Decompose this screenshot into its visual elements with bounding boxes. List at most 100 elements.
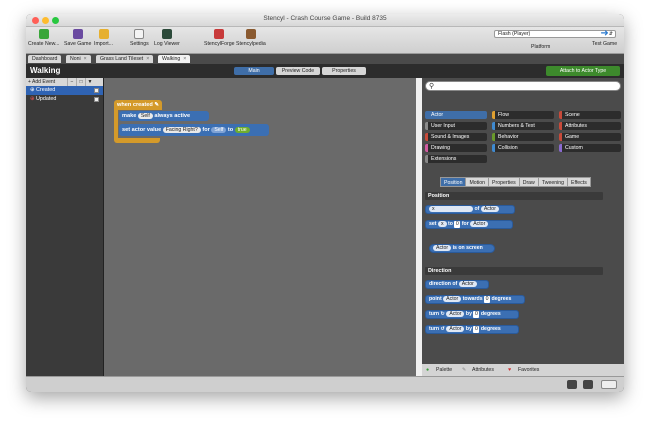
create-new-button[interactable]: Create New... <box>28 29 59 47</box>
duplicate-event-icon[interactable]: □ <box>76 78 85 86</box>
category-numbers-text[interactable]: Numbers & Text <box>492 122 554 130</box>
design-canvas[interactable]: when created ✎ make Self always active s… <box>104 78 482 376</box>
category-scene[interactable]: Scene <box>559 111 621 119</box>
subtab-position[interactable]: Position <box>440 177 467 187</box>
tab-noni[interactable]: Noni × <box>66 55 91 63</box>
category-user-input[interactable]: User Input <box>425 122 487 130</box>
events-panel: + Add Event − □ ▼ ⊕ Created ⊕ Updated <box>26 78 104 376</box>
tab-dashboard[interactable]: Dashboard <box>28 55 62 63</box>
value-name-dropdown[interactable]: Facing Right? <box>162 127 201 133</box>
tab-attributes[interactable]: ✎ Attributes <box>460 366 494 375</box>
stencylforge-label: StencylForge <box>204 41 235 47</box>
set-actor-value-text: set actor value <box>122 127 162 133</box>
value-field[interactable]: 0 <box>454 221 461 228</box>
category-drawing[interactable]: Drawing <box>425 144 487 152</box>
true-value[interactable]: true <box>234 127 250 133</box>
tab-label: Dashboard <box>32 56 58 62</box>
palette-search-input[interactable]: ⚲ <box>425 81 621 91</box>
value-field[interactable]: 0 <box>484 296 491 303</box>
subtab-motion[interactable]: Motion <box>465 177 490 187</box>
tab-palette[interactable]: ● Palette <box>424 366 452 375</box>
field-dropdown[interactable]: x <box>429 206 473 212</box>
point-towards-block[interactable]: point Actor towards 0 degrees <box>425 295 525 304</box>
save-game-button[interactable]: Save Game <box>64 29 91 47</box>
event-item-updated[interactable]: ⊕ Updated <box>26 95 103 104</box>
x-of-actor-block[interactable]: x of Actor <box>425 205 515 214</box>
subtab-properties[interactable]: Properties <box>488 177 520 187</box>
import-button[interactable]: Import... <box>94 29 113 47</box>
gear-icon[interactable] <box>601 380 617 389</box>
tab-favorites[interactable]: ♥ Favorites <box>506 366 539 375</box>
set-text: set <box>429 221 437 227</box>
subtab-tweening[interactable]: Tweening <box>537 177 569 187</box>
event-menu-icon[interactable]: ▼ <box>85 78 94 86</box>
direction-of-block[interactable]: direction of Actor <box>425 280 489 289</box>
set-x-block[interactable]: set x to 0 for Actor <box>425 220 513 229</box>
enabled-checkbox[interactable] <box>94 88 99 93</box>
subtab-draw[interactable]: Draw <box>518 177 539 187</box>
close-tab-icon[interactable]: × <box>146 56 149 62</box>
tab-label: Attributes <box>472 367 494 373</box>
event-actions: − □ ▼ <box>67 78 94 86</box>
value-field[interactable]: 0 <box>473 326 480 333</box>
close-tab-icon[interactable]: × <box>84 56 87 62</box>
category-custom[interactable]: Custom <box>559 144 621 152</box>
segment-main[interactable]: Main <box>234 67 274 75</box>
actor-dropdown[interactable]: Actor <box>446 326 465 332</box>
field-dropdown[interactable]: x <box>437 221 447 227</box>
app-window: Stencyl - Crash Course Game - Build 8735… <box>26 14 624 392</box>
canvas-view-icon[interactable] <box>567 380 577 389</box>
event-item-created[interactable]: ⊕ Created <box>26 86 103 95</box>
enabled-checkbox[interactable] <box>94 97 99 102</box>
actor-dropdown[interactable]: Actor <box>470 221 489 227</box>
create-new-icon <box>38 29 49 39</box>
direction-of-text: direction of <box>429 281 458 287</box>
actor-on-screen-block[interactable]: Actor is on screen <box>429 244 495 253</box>
create-new-label: Create New... <box>28 41 60 47</box>
set-actor-value-block[interactable]: set actor value Facing Right? for Self t… <box>119 124 269 136</box>
tab-walking[interactable]: Walking × <box>158 55 191 63</box>
platform-label: Platform <box>531 44 551 50</box>
close-tab-icon[interactable]: × <box>183 56 186 62</box>
category-sound-images[interactable]: Sound & Images <box>425 133 487 141</box>
actor-dropdown[interactable]: Actor <box>433 245 452 251</box>
category-game[interactable]: Game <box>559 133 621 141</box>
turn-counterclockwise-block[interactable]: turn ↺ Actor by 0 degrees <box>425 325 519 334</box>
pencil-icon[interactable]: ✎ <box>154 102 159 108</box>
add-event-button[interactable]: + Add Event <box>28 78 55 86</box>
tab-label: Walking <box>162 56 181 62</box>
when-created-event-block[interactable]: when created ✎ make Self always active s… <box>114 100 269 144</box>
segment-properties[interactable]: Properties <box>322 67 366 75</box>
category-extensions[interactable]: Extensions <box>425 155 487 163</box>
self-dropdown[interactable]: Self <box>137 113 153 119</box>
turn-clockwise-block[interactable]: turn ↻ Actor by 0 degrees <box>425 310 519 319</box>
binoculars-icon[interactable] <box>583 380 593 389</box>
category-attributes[interactable]: Attributes <box>559 122 621 130</box>
log-viewer-button[interactable]: Log Viewer <box>154 29 180 47</box>
category-actor[interactable]: Actor <box>425 111 487 119</box>
remove-event-icon[interactable]: − <box>67 78 76 86</box>
self-dropdown-2[interactable]: Self <box>211 127 227 133</box>
attach-to-actor-type-button[interactable]: Attach to Actor Type <box>546 66 620 76</box>
make-text: make <box>122 113 137 119</box>
category-flow[interactable]: Flow <box>492 111 554 119</box>
tab-grass-land-tileset[interactable]: Grass Land Tileset × <box>96 55 154 63</box>
category-behavior[interactable]: Behavior <box>492 133 554 141</box>
stencylforge-button[interactable]: StencylForge <box>204 29 235 47</box>
category-collision[interactable]: Collision <box>492 144 554 152</box>
make-always-active-block[interactable]: make Self always active <box>119 111 209 121</box>
value-field[interactable]: 0 <box>473 311 480 318</box>
subtab-effects[interactable]: Effects <box>567 177 591 187</box>
to-text: to <box>448 221 453 227</box>
event-icon: ⊕ <box>30 96 35 102</box>
settings-button[interactable]: Settings <box>130 29 149 47</box>
test-game-button[interactable]: ➜ Test Game <box>592 29 617 48</box>
point-text: point <box>429 296 442 302</box>
actor-dropdown[interactable]: Actor <box>443 296 462 302</box>
is-on-screen-text: is on screen <box>452 245 483 251</box>
actor-dropdown[interactable]: Actor <box>446 311 465 317</box>
actor-dropdown[interactable]: Actor <box>480 206 499 212</box>
actor-dropdown[interactable]: Actor <box>458 281 477 287</box>
stencylpedia-button[interactable]: Stencylpedia <box>236 29 266 47</box>
segment-preview-code[interactable]: Preview Code <box>276 67 320 75</box>
